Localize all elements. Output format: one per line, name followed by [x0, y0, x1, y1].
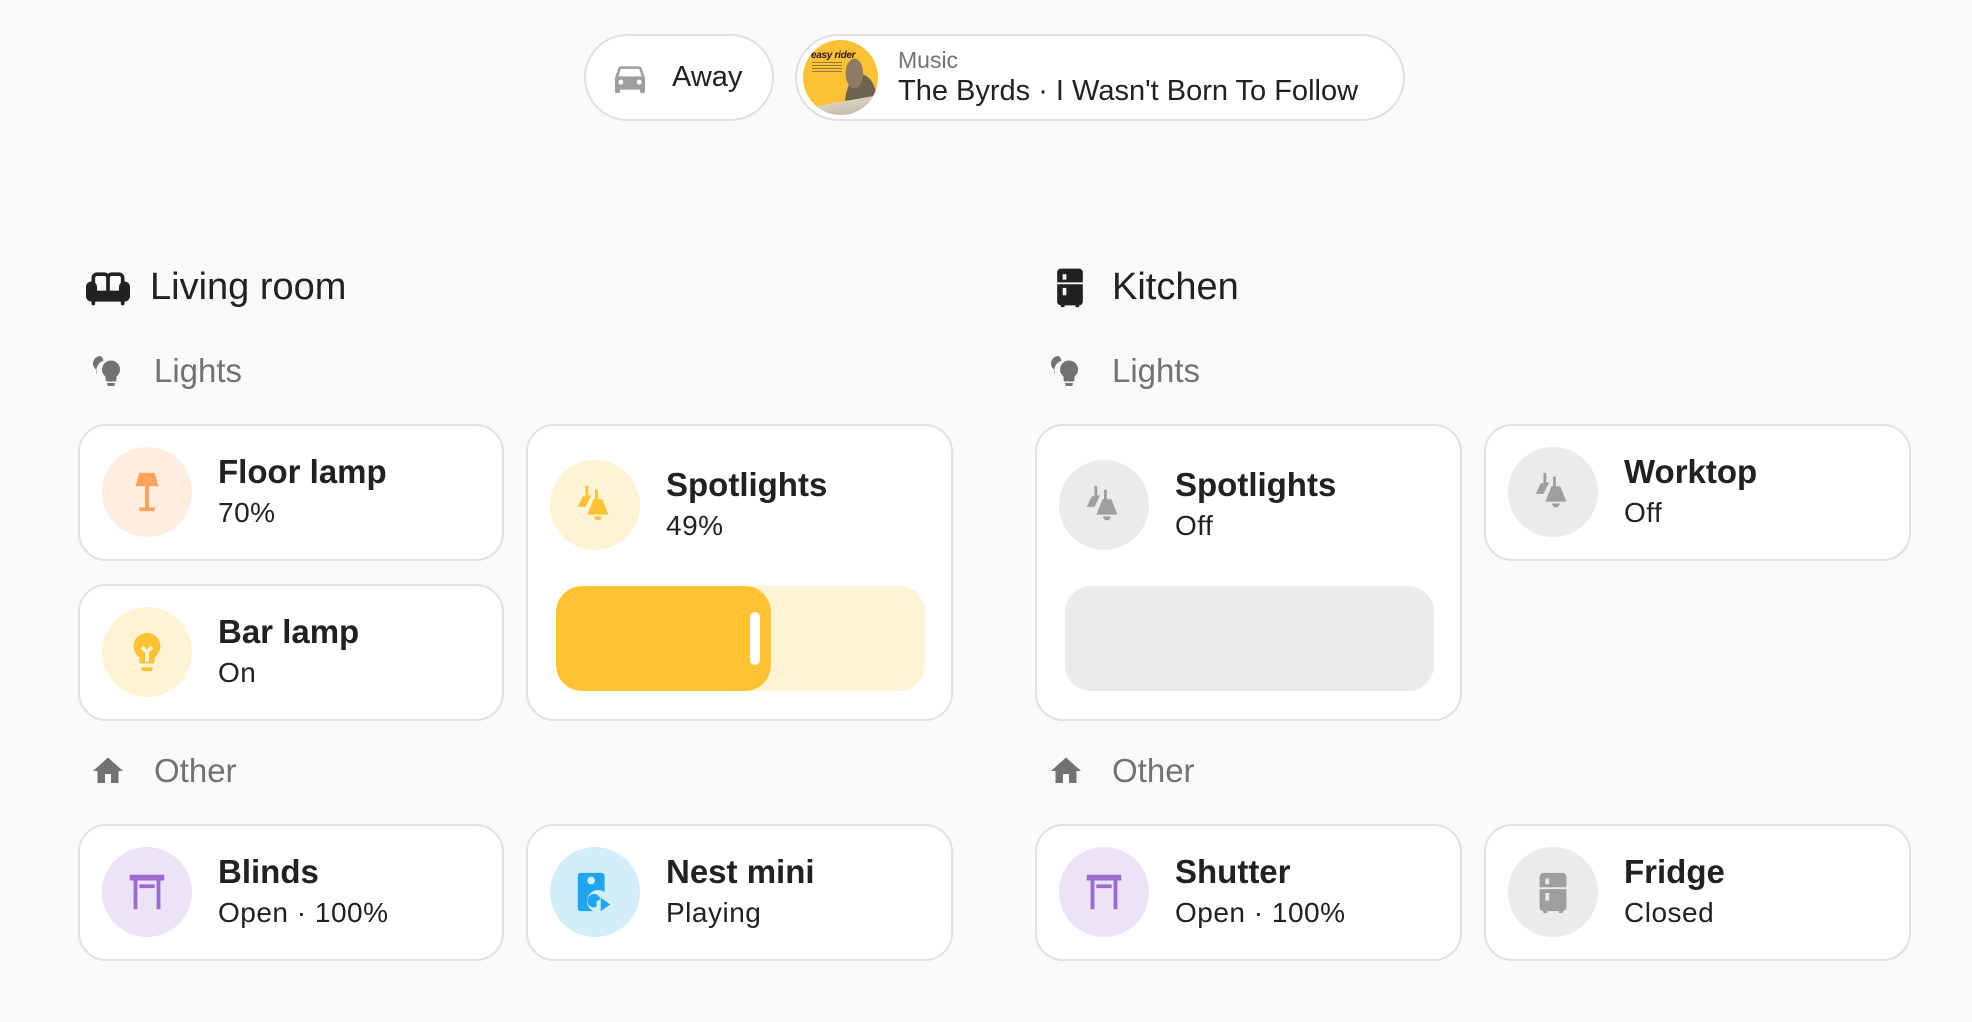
section-header-other: Other [90, 749, 237, 793]
tile-state: Playing [666, 897, 762, 928]
tile-fridge[interactable]: Fridge Closed [1484, 824, 1911, 961]
tile-name: Spotlights [666, 466, 828, 503]
section-header-lights: Lights [90, 349, 242, 393]
tile-spotlights-kitchen[interactable]: Spotlights Off [1035, 424, 1462, 721]
tile-floor-lamp[interactable]: Floor lamp 70% [78, 424, 504, 561]
tile-spotlights-living-room[interactable]: Spotlights 49% [526, 424, 953, 721]
tile-name: Bar lamp [218, 613, 360, 650]
fridge-icon [1530, 869, 1576, 915]
room-name: Living room [150, 265, 347, 308]
tile-name: Worktop [1624, 453, 1758, 490]
presence-chip[interactable]: Away [584, 34, 774, 121]
window-shutter-icon [124, 869, 170, 915]
section-title: Other [1112, 752, 1195, 789]
tile-icon-button[interactable] [1508, 447, 1598, 537]
section-title: Lights [154, 352, 243, 389]
album-art-title: easy rider [811, 50, 856, 61]
fridge-icon [1048, 265, 1092, 309]
tile-name: Floor lamp [218, 453, 387, 490]
tile-state: 70% [218, 497, 276, 528]
tile-state: 49% [666, 510, 724, 541]
brightness-slider-fill [556, 586, 771, 691]
tile-worktop[interactable]: Worktop Off [1484, 424, 1911, 561]
tile-state: Closed [1624, 897, 1715, 928]
tile-state: Off [1624, 497, 1663, 528]
tile-state: On [218, 657, 257, 688]
tile-icon-button[interactable] [1059, 847, 1149, 937]
section-title: Other [154, 752, 237, 789]
tile-name: Shutter [1175, 853, 1291, 890]
section-header-other: Other [1048, 749, 1195, 793]
album-art: easy rider [803, 40, 878, 115]
tile-state: Off [1175, 510, 1214, 541]
tile-blinds[interactable]: Blinds Open · 100% [78, 824, 504, 961]
media-chip[interactable]: easy rider Music The Byrds · I Wasn't Bo… [795, 34, 1405, 121]
car-icon [610, 58, 650, 98]
brightness-slider-handle[interactable] [750, 612, 760, 665]
tile-shutter[interactable]: Shutter Open · 100% [1035, 824, 1462, 961]
lightbulb-group-icon [1048, 353, 1084, 389]
tile-name: Spotlights [1175, 466, 1337, 503]
window-shutter-icon [1081, 869, 1127, 915]
lightbulb-group-icon [90, 353, 126, 389]
tile-icon-button[interactable] [102, 847, 192, 937]
tile-state: Open · 100% [1175, 897, 1346, 928]
floor-lamp-icon [124, 469, 170, 515]
presence-label: Away [672, 61, 743, 93]
tile-name: Fridge [1624, 853, 1725, 890]
tile-icon-button[interactable] [550, 460, 640, 550]
room-title-kitchen[interactable]: Kitchen [1048, 262, 1239, 312]
room-name: Kitchen [1112, 265, 1239, 308]
speaker-play-icon [572, 869, 618, 915]
brightness-slider[interactable] [556, 586, 925, 691]
tile-name: Blinds [218, 853, 319, 890]
tile-icon-button[interactable] [1059, 460, 1149, 550]
ceiling-light-multiple-icon [572, 482, 618, 528]
brightness-slider[interactable] [1065, 586, 1434, 691]
tile-icon-button[interactable] [550, 847, 640, 937]
room-title-living-room[interactable]: Living room [86, 262, 346, 312]
home-icon [90, 753, 126, 789]
section-header-lights: Lights [1048, 349, 1200, 393]
tile-state: Open · 100% [218, 897, 389, 928]
ceiling-light-multiple-icon [1081, 482, 1127, 528]
media-category: Music [898, 46, 959, 73]
tile-nest-mini[interactable]: Nest mini Playing [526, 824, 953, 961]
tile-icon-button[interactable] [102, 447, 192, 537]
tile-name: Nest mini [666, 853, 815, 890]
sofa-icon [86, 265, 130, 309]
now-playing: The Byrds · I Wasn't Born To Follow [898, 74, 1359, 107]
tile-bar-lamp[interactable]: Bar lamp On [78, 584, 504, 721]
section-title: Lights [1112, 352, 1201, 389]
home-icon [1048, 753, 1084, 789]
lightbulb-icon [124, 629, 170, 675]
tile-icon-button[interactable] [1508, 847, 1598, 937]
ceiling-light-multiple-icon [1530, 469, 1576, 515]
tile-icon-button[interactable] [102, 607, 192, 697]
